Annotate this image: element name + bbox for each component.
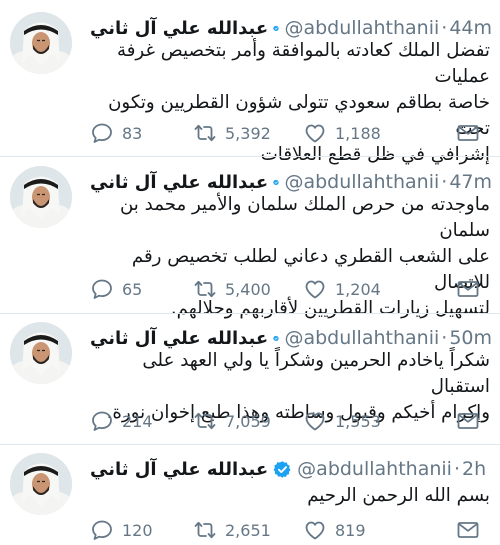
retweet-button[interactable]: 2,651	[193, 518, 303, 542]
display-name[interactable]: عبدالله علي آل ثاني	[90, 18, 268, 39]
direct-message-button[interactable]	[456, 518, 480, 542]
direct-message-button[interactable]	[456, 409, 480, 433]
separator-dot: ·	[441, 17, 448, 39]
reply-icon	[90, 518, 114, 542]
reply-count: 65	[122, 279, 143, 299]
reply-count: 83	[122, 123, 143, 143]
verified-icon	[273, 329, 279, 348]
retweet-count: 5,392	[225, 123, 271, 143]
tweet-text-line: شكراً ياخادم الحرمين وشكراً يا ولي العهد…	[142, 350, 490, 397]
reply-button[interactable]: 83	[90, 121, 193, 145]
envelope-icon	[456, 518, 480, 542]
divider	[0, 444, 500, 445]
like-button[interactable]: 819	[303, 518, 403, 542]
divider	[0, 156, 500, 157]
handle[interactable]: @abdullahthanii	[297, 458, 452, 480]
like-icon	[303, 518, 327, 542]
timestamp[interactable]: 44m	[449, 17, 492, 39]
display-name[interactable]: عبدالله علي آل ثاني	[90, 328, 268, 349]
retweet-button[interactable]: 5,400	[193, 277, 303, 301]
retweet-count: 2,651	[225, 520, 271, 540]
envelope-icon	[456, 121, 480, 145]
handle[interactable]: @abdullahthanii	[284, 171, 439, 193]
like-icon	[303, 121, 327, 145]
tweet[interactable]: عبدالله علي آل ثاني @abdullahthanii · 47…	[0, 166, 500, 319]
avatar[interactable]	[10, 12, 72, 74]
like-button[interactable]: 1,204	[303, 277, 403, 301]
separator-dot: ·	[453, 458, 461, 480]
retweet-count: 5,400	[225, 279, 271, 299]
retweet-count: 7,059	[225, 411, 271, 431]
tweet-text-line: بسم الله الرحمن الرحيم	[307, 485, 490, 506]
like-button[interactable]: 1,553	[303, 409, 403, 433]
verified-icon	[273, 19, 279, 38]
direct-message-button[interactable]	[456, 121, 480, 145]
tweet-actions: 120 2,651 819	[90, 515, 480, 545]
tweet-actions: 83 5,392 1,188	[90, 118, 480, 148]
retweet-icon	[193, 121, 217, 145]
verified-icon	[273, 173, 279, 192]
envelope-icon	[456, 277, 480, 301]
retweet-button[interactable]: 5,392	[193, 121, 303, 145]
direct-message-button[interactable]	[456, 277, 480, 301]
retweet-icon	[193, 409, 217, 433]
like-icon	[303, 409, 327, 433]
like-button[interactable]: 1,188	[303, 121, 403, 145]
avatar[interactable]	[10, 322, 72, 384]
tweet-header: عبدالله علي آل ثاني @abdullahthanii · 2h	[90, 453, 492, 485]
tweet-text: تفضل الملك كعادته بالموافقة وأمر بتخصيص …	[86, 38, 490, 168]
reply-button[interactable]: 120	[90, 518, 193, 542]
tweet-actions: 65 5,400 1,204	[90, 274, 480, 304]
tweet-text: بسم الله الرحمن الرحيم	[86, 483, 490, 509]
tweet[interactable]: عبدالله علي آل ثاني @abdullahthanii · 50…	[0, 322, 500, 437]
verified-icon	[273, 460, 292, 479]
envelope-icon	[456, 409, 480, 433]
reply-button[interactable]: 214	[90, 409, 193, 433]
like-count: 1,188	[335, 123, 381, 143]
handle[interactable]: @abdullahthanii	[284, 17, 439, 39]
timestamp[interactable]: 50m	[449, 327, 492, 349]
divider	[0, 313, 500, 314]
handle[interactable]: @abdullahthanii	[284, 327, 439, 349]
like-count: 1,204	[335, 279, 381, 299]
reply-icon	[90, 277, 114, 301]
avatar[interactable]	[10, 453, 72, 515]
retweet-icon	[193, 518, 217, 542]
tweet[interactable]: عبدالله علي آل ثاني @abdullahthanii · 44…	[0, 12, 500, 165]
tweet-text-line: ماوجدته من حرص الملك سلمان والأمير محمد …	[119, 194, 490, 241]
avatar[interactable]	[10, 166, 72, 228]
reply-icon	[90, 409, 114, 433]
tweet-actions: 214 7,059 1,553	[90, 406, 480, 436]
tweet-text-line: تفضل الملك كعادته بالموافقة وأمر بتخصيص …	[116, 40, 490, 87]
retweet-button[interactable]: 7,059	[193, 409, 303, 433]
separator-dot: ·	[441, 171, 448, 193]
display-name[interactable]: عبدالله علي آل ثاني	[90, 459, 268, 480]
tweet[interactable]: عبدالله علي آل ثاني @abdullahthanii · 2h…	[0, 453, 500, 545]
like-count: 1,553	[335, 411, 381, 431]
like-count: 819	[335, 520, 366, 540]
reply-button[interactable]: 65	[90, 277, 193, 301]
like-icon	[303, 277, 327, 301]
separator-dot: ·	[441, 327, 448, 349]
display-name[interactable]: عبدالله علي آل ثاني	[90, 172, 268, 193]
reply-count: 120	[122, 520, 153, 540]
timestamp[interactable]: 2h	[462, 458, 486, 480]
retweet-icon	[193, 277, 217, 301]
reply-icon	[90, 121, 114, 145]
reply-count: 214	[122, 411, 153, 431]
timestamp[interactable]: 47m	[449, 171, 492, 193]
